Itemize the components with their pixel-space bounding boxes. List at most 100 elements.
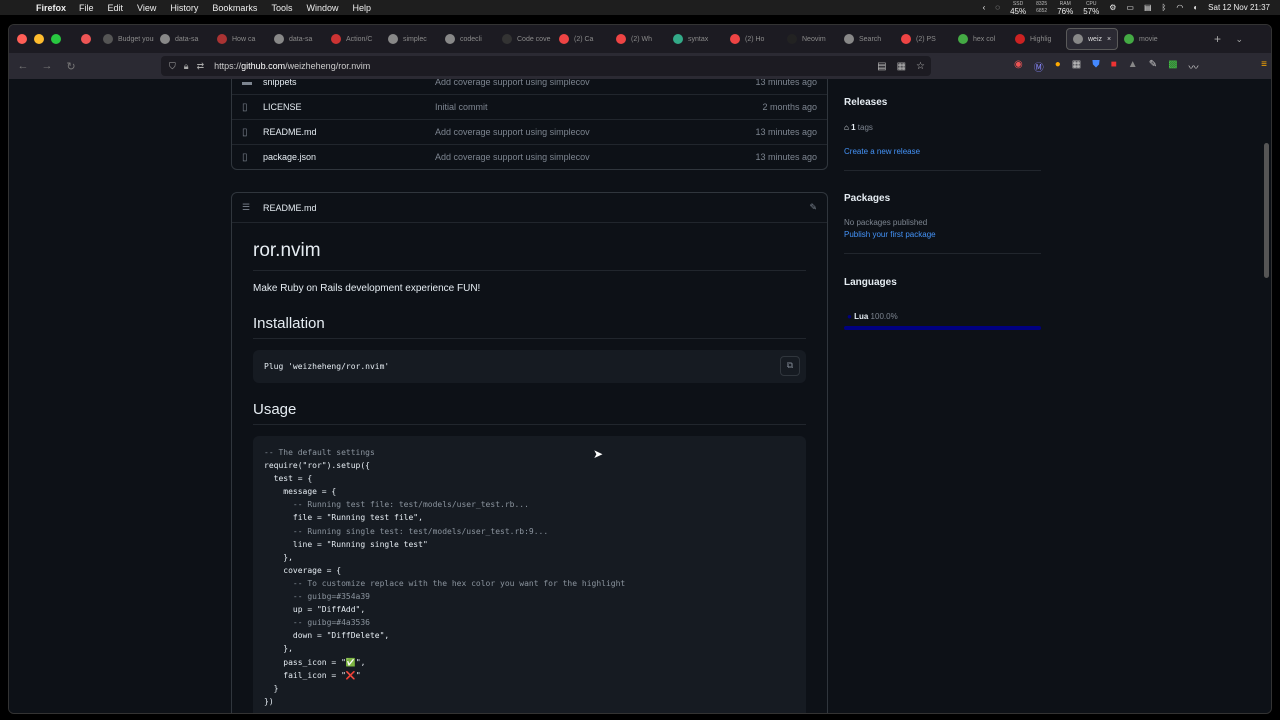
url-text[interactable]: https://github.com/weizheheng/ror.nvim [214,61,370,71]
packages-heading[interactable]: Packages [844,193,890,204]
file-name-link[interactable]: README.md [263,127,317,137]
zoom-window-button[interactable] [51,34,61,44]
extension-hat-icon[interactable]: ▲ [1128,59,1138,74]
browser-tab[interactable]: (2) Ho [724,28,781,50]
browser-tab[interactable]: (2) PS [895,28,952,50]
no-packages-text: No packages published [844,218,928,227]
tab-title: Code cove [517,35,551,43]
extension-shield-icon[interactable]: ⛊ [1092,59,1100,74]
bookmark-star-icon[interactable]: ☆ [916,61,925,72]
pocket-icon[interactable]: ◉ [1014,59,1023,74]
file-name-link[interactable]: LICENSE [263,102,302,112]
browser-tab[interactable]: simplec [382,28,439,50]
code-line: up = "DiffAdd", [264,605,366,615]
bluetooth-icon[interactable]: ᛒ [1162,3,1167,12]
firefox-view-button[interactable] [75,28,97,50]
browser-tab[interactable]: Highlig [1009,28,1066,50]
browser-tab[interactable]: hex col [952,28,1009,50]
browser-tab[interactable]: Budget your [97,28,154,50]
commit-message-link[interactable]: Add coverage support using simplecov [435,79,590,87]
usage-code-block: -- The default settings require("ror").se… [253,436,806,713]
gear-icon[interactable]: ⚙ [1109,3,1116,12]
language-lua[interactable]: ● Lua 100.0% [847,312,898,321]
menu-window[interactable]: Window [306,3,338,13]
close-window-button[interactable] [17,34,27,44]
extension-color-grid-icon[interactable]: ▩ [1168,59,1177,74]
reader-view-icon[interactable]: ▤ [877,61,886,72]
browser-tab[interactable]: Search [838,28,895,50]
menu-history[interactable]: History [170,3,198,13]
tags-link[interactable]: ⌂ 1 tags [844,123,873,132]
code-line: message = { [264,487,337,497]
browser-tab[interactable]: data-sa [154,28,211,50]
close-tab-icon[interactable]: × [1107,36,1111,43]
forward-arrow-icon[interactable]: → [35,60,59,72]
status-area: ‹ ◌ SSD 45% 8325 6852 RAM 76% CPU 57% ⚙ ▭ ▤ … [983,0,1270,16]
clock[interactable]: Sat 12 Nov 21:37 [1208,3,1270,12]
ram-stat[interactable]: RAM 76% [1057,1,1073,16]
browser-tab[interactable]: Neovim [781,28,838,50]
browser-tab[interactable]: weiz × [1066,28,1118,50]
code-line: } [264,683,279,693]
commit-message-link[interactable]: Add coverage support using simplecov [435,152,590,162]
tab-title: (2) Ca [574,35,594,43]
browser-tab[interactable]: Code cove [496,28,553,50]
app-menu-firefox[interactable]: Firefox [36,3,66,13]
languages-heading: Languages [844,277,897,288]
browser-tab[interactable]: (2) Wh [610,28,667,50]
create-release-link[interactable]: Create a new release [844,147,920,156]
readme-tagline: Make Ruby on Rails development experienc… [253,283,481,294]
browser-tab[interactable]: data-sa [268,28,325,50]
control-center-icon[interactable]: ◐ [1193,3,1198,12]
browser-tab[interactable]: syntax [667,28,724,50]
extension-orange-icon[interactable]: ● [1055,59,1061,74]
overflow-menu-icon[interactable]: ≡ [1261,59,1267,70]
outline-list-icon[interactable]: ☰ [242,202,250,213]
qr-code-icon[interactable]: ▦ [897,61,906,72]
readme-filename[interactable]: README.md [263,203,317,213]
cpu-stat[interactable]: CPU 57% [1083,1,1099,16]
url-bar[interactable]: ⛉ 🔒︎ ⇄ https://github.com/weizheheng/ror… [161,56,931,76]
macos-menubar: Firefox File Edit View History Bookmarks… [0,0,1280,15]
chevron-left-icon[interactable]: ‹ [983,3,986,12]
lock-icon[interactable]: 🔒︎ [184,61,189,72]
file-name-link[interactable]: package.json [263,152,316,162]
menu-help[interactable]: Help [352,3,371,13]
back-arrow-icon[interactable]: ← [11,60,35,72]
menu-edit[interactable]: Edit [108,3,124,13]
extension-red-badge-icon[interactable]: ■ [1111,59,1117,74]
reload-icon[interactable]: ↻ [59,60,83,73]
copy-icon[interactable]: ⧉ [780,356,800,376]
new-tab-plus-icon[interactable]: + [1214,32,1221,46]
page-scrollbar[interactable] [1264,143,1269,278]
menu-file[interactable]: File [79,3,94,13]
extension-wave-icon[interactable]: 〰 [1189,59,1199,74]
browser-tab[interactable]: How ca [211,28,268,50]
commit-message-link[interactable]: Initial commit [435,102,488,112]
browser-tab[interactable]: movie [1118,28,1175,50]
browser-tab[interactable]: Action/C [325,28,382,50]
minimize-window-button[interactable] [34,34,44,44]
tracking-shield-icon[interactable]: ⛉ [169,61,176,72]
publish-package-link[interactable]: Publish your first package [844,230,936,239]
wifi-icon[interactable]: ◠ [1176,3,1183,12]
eyedropper-icon[interactable]: ✎ [1149,59,1157,74]
commit-message-link[interactable]: Add coverage support using simplecov [435,127,590,137]
permissions-icon[interactable]: ⇄ [197,61,205,72]
browser-tab[interactable]: (2) Ca [553,28,610,50]
network-stat[interactable]: 8325 6852 [1036,1,1047,15]
code-line: -- To customize replace with the hex col… [264,578,626,588]
menu-view[interactable]: View [137,3,156,13]
file-name-link[interactable]: snippets [263,79,297,87]
battery-icon[interactable]: ▭ [1126,3,1134,12]
list-tabs-chevron-icon[interactable]: ⌄ [1235,34,1243,45]
menu-tools[interactable]: Tools [271,3,292,13]
extension-m-icon[interactable]: Ⓜ [1034,59,1044,74]
ssd-stat[interactable]: SSD 45% [1010,1,1026,16]
pencil-edit-icon[interactable]: ✎ [809,202,817,213]
keyboard-icon[interactable]: ▤ [1144,3,1152,12]
extension-grid-icon[interactable]: ▦ [1072,59,1081,74]
releases-heading[interactable]: Releases [844,97,887,108]
menu-bookmarks[interactable]: Bookmarks [212,3,257,13]
browser-tab[interactable]: codecli [439,28,496,50]
